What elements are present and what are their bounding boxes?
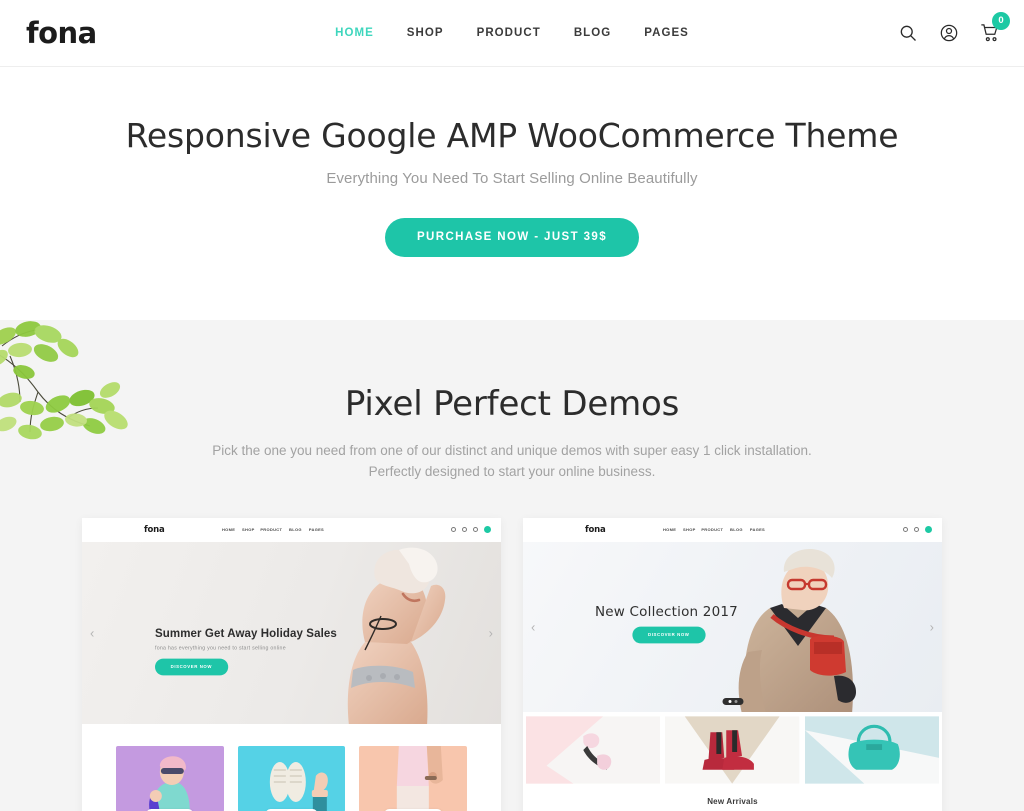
demo-cards-grid: fona HOME SHOP PRODUCT BLOG PAGES Summer… [0,517,1024,811]
hero-title: Responsive Google AMP WooCommerce Theme [125,116,899,155]
demos-subtitle-line-2: Perfectly designed to start your online … [368,463,656,479]
demo2-nav-pages: PAGES [749,527,765,533]
pixel-perfect-demos-section: Pixel Perfect Demos Pick the one you nee… [0,319,1024,811]
demo1-wishlist-icon [473,527,478,533]
demo2-nav-home: HOME [662,527,676,533]
demo1-cart-icon [484,526,491,534]
main-navigation: HOME SHOP PRODUCT BLOG PAGES [0,27,1024,39]
demo1-mini-logo: fona [144,524,165,535]
demos-section-title: Pixel Perfect Demos [344,383,680,424]
demo2-hero-slider: New Collection 2017 DISCOVER NOW ‹ › [523,541,942,712]
demo1-slide-copy: Summer Get Away Holiday Sales fona has e… [155,627,337,676]
demo1-hero-slider: Summer Get Away Holiday Sales fona has e… [82,541,501,724]
demo2-banner-image-3 [804,716,939,784]
demo2-banner-image-1 [526,716,661,784]
demo2-slider-dots[interactable] [722,697,743,705]
demo-card-fashion-summer[interactable]: fona HOME SHOP PRODUCT BLOG PAGES Summer… [82,517,501,811]
search-icon[interactable] [898,23,918,43]
nav-item-pages[interactable]: PAGES [644,27,689,39]
demo1-nav-home: HOME [221,527,235,533]
demo2-mini-logo: fona [585,524,606,535]
demo1-discover-now-button[interactable]: DISCOVER NOW [155,658,228,676]
demo1-mini-header: fona HOME SHOP PRODUCT BLOG PAGES [82,517,501,542]
cart-button[interactable]: 0 [980,12,1010,43]
demo2-nav-blog: BLOG [729,527,743,533]
site-logo[interactable]: fona [26,18,97,48]
demo1-nav-blog: BLOG [288,527,302,533]
purchase-now-button[interactable]: PURCHASE NOW - JUST 39$ [384,217,640,257]
demo2-banner-image-2 [665,716,800,784]
demo1-nav-pages: PAGES [308,527,324,533]
demo-card-new-collection[interactable]: fona HOME SHOP PRODUCT BLOG PAGES New Co… [523,517,942,811]
demo2-banner-pink-heels[interactable] [526,716,661,784]
demo1-category-image-3 [363,745,464,811]
demo2-mini-nav: HOME SHOP PRODUCT BLOG PAGES [662,527,765,533]
demos-subtitle-line-1: Pick the one you need from one of our di… [212,442,812,458]
demos-section-subtitle: Pick the one you need from one of our di… [172,441,852,483]
demo2-slide-title: New Collection 2017 [595,603,738,620]
demo2-account-icon [903,527,908,533]
hero-section: Responsive Google AMP WooCommerce Theme … [0,67,1024,320]
demo1-category-image-2 [241,745,342,811]
header-tools: 0 [898,12,1010,43]
demo1-category-tile-1[interactable]: CRAZY WOMEN'S [116,745,224,811]
demo1-nav-product: PRODUCT [260,527,283,533]
demo1-account-icon [462,527,467,533]
demo2-banner-row [523,711,942,784]
demo1-next-arrow-icon[interactable]: › [489,626,493,639]
demo2-nav-product: PRODUCT [701,527,724,533]
demo2-nav-shop: SHOP [682,527,696,533]
demo2-mini-tools [903,526,932,534]
hero-subtitle: Everything You Need To Start Selling Onl… [326,169,698,187]
demo2-discover-now-button[interactable]: DISCOVER NOW [632,626,706,644]
cart-count-badge: 0 [992,12,1010,30]
nav-item-home[interactable]: HOME [335,27,374,39]
demo1-search-icon [451,527,456,533]
demo2-wishlist-icon [914,527,919,533]
demo1-slide-title: Summer Get Away Holiday Sales [155,627,337,640]
demo1-slide-subtitle: fona has everything you need to start se… [155,644,286,651]
site-header: fona HOME SHOP PRODUCT BLOG PAGES 0 [0,0,1024,67]
demo2-slide-copy: New Collection 2017 DISCOVER NOW [595,603,738,644]
demo1-mini-tools [451,526,491,534]
demo1-category-tile-2[interactable]: SUMMER'S HOLIDAY [237,745,346,811]
demo1-category-row: CRAZY WOMEN'S SUMMER'S HOLIDAY [82,723,501,811]
demo1-prev-arrow-icon[interactable]: ‹ [90,626,94,639]
user-account-icon[interactable] [939,23,959,43]
demo2-banner-red-boots[interactable] [665,716,800,784]
demo2-dot-1[interactable] [728,699,731,703]
demo1-category-image-1 [119,745,220,811]
demo2-banner-teal-bag[interactable] [804,716,939,784]
demo2-prev-arrow-icon[interactable]: ‹ [531,620,535,633]
demo1-mini-nav: HOME SHOP PRODUCT BLOG PAGES [221,527,324,533]
nav-item-product[interactable]: PRODUCT [477,27,541,39]
nav-item-shop[interactable]: SHOP [407,27,444,39]
demo2-dot-2[interactable] [734,699,737,703]
demo2-new-arrivals-title: New Arrivals [523,783,942,811]
demo1-nav-shop: SHOP [241,527,255,533]
demo2-cart-icon [925,526,932,534]
demo2-model-photo [738,548,856,712]
demo1-category-tile-3[interactable]: UNIQUE ACCESSORIES [359,745,468,811]
nav-item-blog[interactable]: BLOG [574,27,611,39]
demo2-next-arrow-icon[interactable]: › [930,620,934,633]
demo2-mini-header: fona HOME SHOP PRODUCT BLOG PAGES [523,517,942,542]
